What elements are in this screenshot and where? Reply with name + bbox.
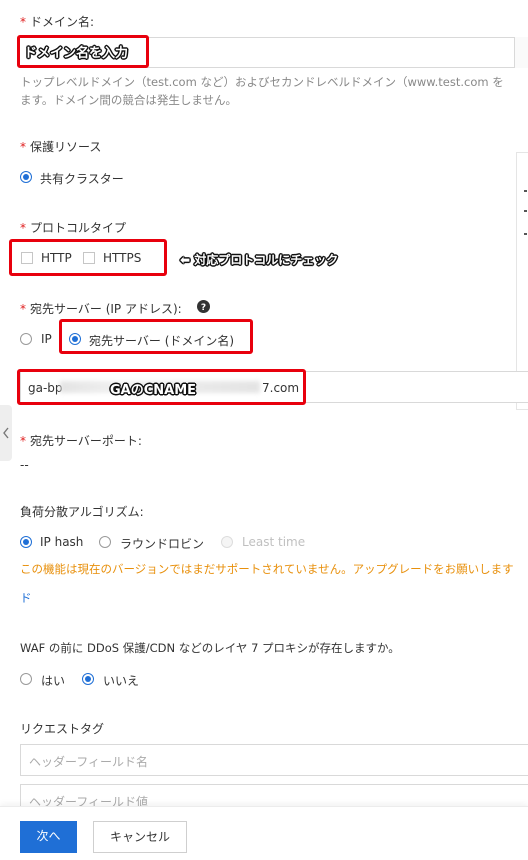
destination-annotation-box bbox=[59, 319, 253, 354]
domain-callout: ドメイン名を入力 bbox=[24, 46, 129, 61]
ip-radio[interactable] bbox=[20, 333, 32, 345]
next-button[interactable]: 次へ bbox=[20, 821, 77, 853]
round-robin-radio[interactable] bbox=[99, 536, 111, 548]
proxy-no-radio[interactable] bbox=[82, 673, 94, 685]
upgrade-link[interactable]: ド bbox=[20, 590, 32, 606]
question-circle-icon[interactable]: ? bbox=[197, 300, 210, 313]
upgrade-warning: この機能は現在のバージョンではまだサポートされていません。アップグレードをお願い… bbox=[20, 562, 514, 576]
footer-bar bbox=[0, 806, 528, 860]
protected-resource-label: * 保護リソース bbox=[20, 140, 102, 154]
arrow-left-icon: ⬅ bbox=[180, 253, 191, 267]
proxy-yes-label: はい bbox=[41, 674, 66, 688]
side-panel-mark bbox=[524, 233, 527, 235]
collapse-handle[interactable] bbox=[0, 405, 12, 461]
ip-hash-label: IP hash bbox=[40, 535, 84, 549]
destination-callout: GAのCNAME bbox=[110, 383, 197, 398]
proxy-question-label: WAF の前に DDoS 保護/CDN などのレイヤ 7 プロキシが存在しますか… bbox=[20, 641, 400, 655]
round-robin-label: ラウンドロビン bbox=[120, 537, 205, 551]
proxy-no-label: いいえ bbox=[103, 674, 140, 688]
least-time-radio bbox=[221, 536, 233, 548]
protocol-callout: ⬅ 対応プロトコルにチェック bbox=[180, 253, 339, 267]
chevron-left-icon bbox=[3, 427, 9, 439]
side-panel-mark bbox=[524, 190, 527, 192]
least-time-label: Least time bbox=[242, 535, 306, 549]
port-value: -- bbox=[20, 458, 29, 472]
header-name-placeholder: ヘッダーフィールド名 bbox=[29, 755, 149, 769]
side-panel-mark bbox=[524, 210, 527, 212]
domain-input-suffix bbox=[514, 37, 528, 68]
proxy-yes-radio[interactable] bbox=[20, 673, 32, 685]
svg-text:?: ? bbox=[201, 303, 206, 313]
port-label: * 宛先サーバーポート: bbox=[20, 434, 142, 448]
ip-label: IP bbox=[41, 332, 52, 346]
load-balancing-label: 負荷分散アルゴリズム: bbox=[20, 505, 144, 519]
shared-cluster-radio[interactable] bbox=[20, 171, 32, 183]
ip-hash-radio[interactable] bbox=[20, 536, 32, 548]
shared-cluster-label: 共有クラスター bbox=[40, 172, 124, 186]
domain-hint: トップレベルドメイン（test.com など）およびセカンドレベルドメイン（ww… bbox=[20, 75, 504, 107]
protocol-label: * プロトコルタイプ bbox=[20, 221, 127, 235]
request-tag-label: リクエストタグ bbox=[20, 722, 105, 736]
domain-label: * ドメイン名: bbox=[20, 15, 95, 29]
destination-label: * 宛先サーバー (IP アドレス): bbox=[20, 302, 182, 316]
cancel-button[interactable]: キャンセル bbox=[93, 821, 187, 853]
protocol-annotation-box bbox=[9, 239, 167, 276]
